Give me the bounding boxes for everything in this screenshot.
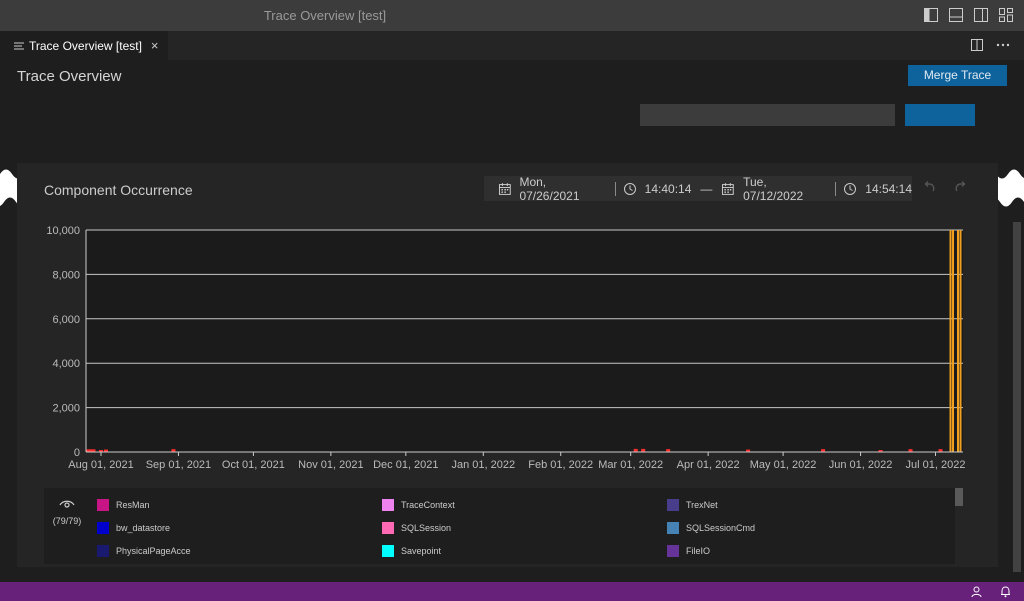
legend-swatch — [667, 499, 679, 511]
partially-hidden-toolbar — [0, 100, 1010, 130]
calendar-icon — [722, 182, 735, 195]
x-tick-label: Dec 01, 2021 — [373, 459, 438, 471]
partially-hidden-button[interactable] — [905, 104, 975, 126]
editor-actions — [970, 38, 1010, 52]
calendar-icon — [498, 182, 511, 195]
trace-overview-page: Trace Overview Merge Trace Component Occ… — [0, 60, 1024, 582]
panel-title: Component Occurrence — [44, 182, 193, 198]
tab-label: Trace Overview [test] — [29, 38, 142, 53]
date-range-picker[interactable]: Mon, 07/26/2021 14:40:14 — Tue, 07/12/20… — [484, 175, 912, 203]
clock-icon — [844, 182, 857, 195]
y-tick-label: 4,000 — [52, 358, 80, 370]
chart-bar[interactable] — [952, 230, 955, 452]
accounts-icon[interactable] — [970, 585, 983, 598]
legend-item[interactable]: FileIO — [667, 545, 710, 557]
eye-icon[interactable] — [59, 499, 75, 509]
preview-icon — [14, 42, 24, 49]
legend-swatch — [97, 522, 109, 534]
legend-label: TraceContext — [401, 500, 455, 510]
x-tick-label: Apr 01, 2022 — [677, 459, 740, 471]
plot-area — [86, 230, 963, 452]
x-tick-label: Feb 01, 2022 — [528, 459, 593, 471]
clock-icon — [623, 182, 636, 195]
toggle-primary-sidebar-icon[interactable] — [923, 7, 939, 23]
editor-tab-bar: Trace Overview [test] × — [0, 31, 1024, 60]
redo-icon[interactable] — [953, 180, 967, 194]
legend-label: Savepoint — [401, 546, 442, 556]
legend-item[interactable]: Savepoint — [382, 545, 441, 557]
legend-item[interactable]: SQLSessionCmd — [667, 522, 755, 534]
legend-label: TrexNet — [686, 500, 718, 510]
legend-item[interactable]: SQLSession — [382, 522, 451, 534]
split-editor-icon[interactable] — [970, 38, 984, 52]
legend-label: FileIO — [686, 546, 711, 556]
legend-label: ResMan — [116, 500, 150, 510]
notifications-bell-icon[interactable] — [999, 585, 1012, 598]
legend-item[interactable]: ResMan — [97, 499, 150, 511]
legend-label: SQLSessionCmd — [686, 523, 756, 533]
x-tick-label: Jan 01, 2022 — [451, 459, 515, 471]
component-occurrence-chart[interactable]: 0 2,000 4,000 6,000 8,000 10,000 Aug 01, 2021 S… — [0, 220, 1000, 475]
window-title-bar: Trace Overview [test] — [0, 0, 1024, 31]
legend-item[interactable]: TrexNet — [667, 499, 718, 511]
x-tick-label: Sep 01, 2021 — [146, 459, 211, 471]
window-title: Trace Overview [test] — [263, 8, 387, 23]
chart-legend: (79/79) ResMan TraceContext TrexNet bw_data… — [44, 488, 963, 564]
toggle-panel-icon[interactable] — [948, 7, 964, 23]
start-date[interactable]: Mon, 07/26/2021 — [519, 175, 607, 203]
legend-swatch — [382, 522, 394, 534]
scrollbar-thumb[interactable] — [1013, 222, 1021, 572]
legend-item[interactable]: PhysicalPageAcce — [97, 545, 191, 557]
legend-item[interactable]: bw_datastore — [97, 522, 170, 534]
undo-icon[interactable] — [923, 180, 937, 194]
x-tick-label: Aug 01, 2021 — [68, 459, 133, 471]
merge-trace-button[interactable]: Merge Trace — [908, 65, 1007, 86]
y-tick-label: 0 — [74, 447, 80, 459]
legend-label: PhysicalPageAcce — [116, 546, 191, 556]
toggle-secondary-sidebar-icon[interactable] — [973, 7, 989, 23]
x-tick-label: Oct 01, 2021 — [222, 459, 285, 471]
end-date[interactable]: Tue, 07/12/2022 — [743, 175, 828, 203]
x-tick-label: Nov 01, 2021 — [298, 459, 363, 471]
tab-trace-overview[interactable]: Trace Overview [test] × — [0, 31, 168, 60]
x-tick-label: May 01, 2022 — [750, 459, 817, 471]
close-icon[interactable]: × — [151, 38, 159, 53]
scrollbar-thumb[interactable] — [955, 488, 963, 506]
legend-swatch — [382, 545, 394, 557]
legend-label: bw_datastore — [116, 523, 171, 533]
chart-bar[interactable] — [957, 230, 960, 452]
status-bar — [0, 582, 1024, 601]
legend-scrollbar[interactable] — [955, 488, 963, 564]
legend-swatch — [667, 545, 679, 557]
x-tick-label: Mar 01, 2022 — [598, 459, 663, 471]
y-tick-label: 10,000 — [46, 225, 80, 237]
customize-layout-icon[interactable] — [998, 7, 1014, 23]
chart-bar[interactable] — [949, 230, 952, 452]
y-tick-label: 8,000 — [52, 269, 80, 281]
legend-swatch — [382, 499, 394, 511]
x-tick-label: Jul 01, 2022 — [906, 459, 966, 471]
more-actions-icon[interactable] — [996, 38, 1010, 52]
y-tick-label: 6,000 — [52, 314, 80, 326]
x-tick-label: Jun 01, 2022 — [829, 459, 893, 471]
start-time[interactable]: 14:40:14 — [645, 182, 692, 196]
legend-swatch — [667, 522, 679, 534]
separator — [614, 181, 616, 196]
legend-swatch — [97, 545, 109, 557]
zoom-history — [923, 180, 967, 194]
legend-visibility-toggle[interactable]: (79/79) — [52, 496, 82, 526]
partially-hidden-field[interactable] — [640, 104, 895, 126]
legend-label: SQLSession — [401, 523, 452, 533]
chart-bar[interactable] — [959, 230, 962, 452]
legend-item[interactable]: TraceContext — [382, 499, 455, 511]
end-time[interactable]: 14:54:14 — [865, 182, 912, 196]
page-title: Trace Overview — [17, 68, 122, 85]
range-dash: — — [700, 181, 713, 196]
y-tick-label: 2,000 — [52, 403, 80, 415]
legend-swatch — [97, 499, 109, 511]
layout-controls — [923, 7, 1014, 23]
visible-series-count: (79/79) — [52, 516, 82, 526]
separator — [835, 181, 837, 196]
